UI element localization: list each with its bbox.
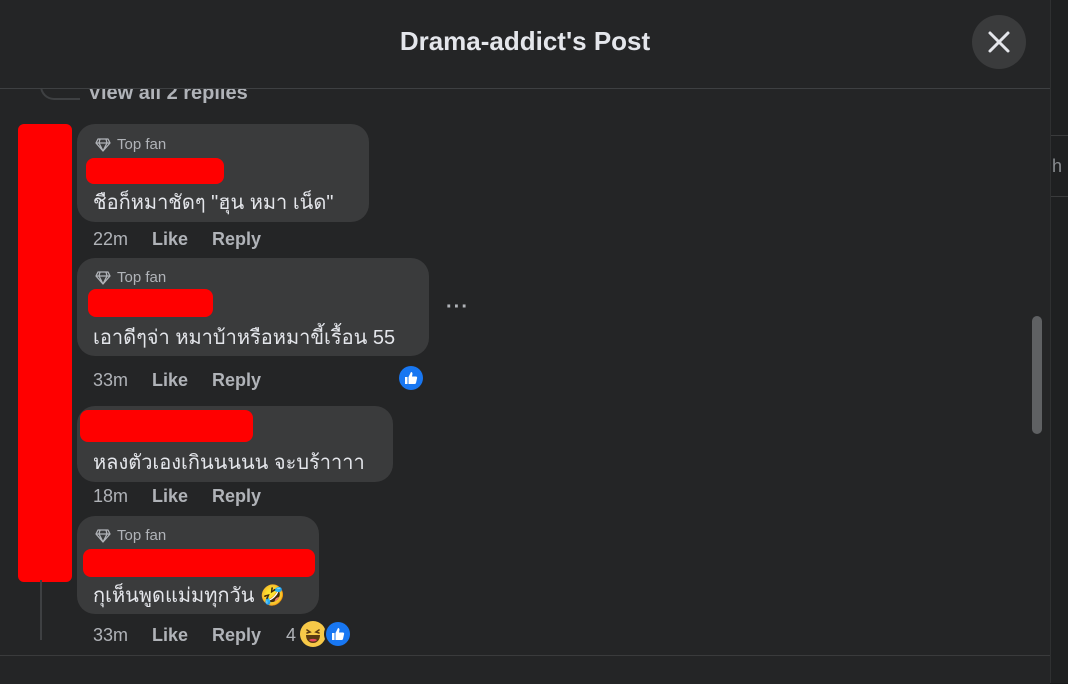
top-fan-label: Top fan xyxy=(117,269,167,286)
top-fan-label: Top fan xyxy=(117,527,167,544)
redacted-name xyxy=(80,410,253,442)
reply-action[interactable]: Reply xyxy=(212,486,261,507)
comment-actions: 33m Like Reply xyxy=(93,625,261,646)
like-reaction-badge[interactable] xyxy=(399,366,423,390)
diamond-icon xyxy=(95,528,111,543)
dialog-header: Drama-addict's Post xyxy=(0,0,1050,89)
comment-more-options[interactable]: ··· xyxy=(446,296,469,319)
background-page-strip xyxy=(1050,0,1068,683)
diamond-icon xyxy=(95,137,111,152)
reply-action[interactable]: Reply xyxy=(212,625,261,646)
comment-text: ชือก็หมาชัดๆ "ฮุน หมา เน็ด" xyxy=(93,192,334,214)
redacted-name xyxy=(88,289,213,317)
scrollbar-thumb[interactable] xyxy=(1032,316,1042,434)
thumbs-up-icon xyxy=(405,372,418,384)
reply-action[interactable]: Reply xyxy=(212,370,261,391)
background-divider xyxy=(1050,196,1068,197)
thumbs-up-icon xyxy=(332,628,345,640)
like-action[interactable]: Like xyxy=(152,229,188,250)
haha-reaction-badge[interactable] xyxy=(300,621,326,647)
reaction-count[interactable]: 4 xyxy=(286,625,296,646)
comment-text: เอาดีๆจ่า หมาบ้าหรือหมาขี้เรื้อน 55 xyxy=(93,327,396,349)
background-text-fragment: h xyxy=(1052,156,1063,176)
post-dialog: View all 2 replies Drama-addict's Post T… xyxy=(0,0,1051,684)
comment-composer-edge xyxy=(0,655,1050,684)
comment-text: กุเห็นพูดแม่มทุกวัน 🤣 xyxy=(93,585,285,607)
top-fan-badge: Top fan xyxy=(95,527,166,544)
redacted-name xyxy=(83,549,315,577)
comment-time[interactable]: 33m xyxy=(93,370,128,391)
close-button[interactable] xyxy=(972,15,1026,69)
top-fan-badge: Top fan xyxy=(95,136,166,153)
dialog-title: Drama-addict's Post xyxy=(399,26,651,56)
comment-actions: 33m Like Reply xyxy=(93,370,261,391)
comment-time[interactable]: 22m xyxy=(93,229,128,250)
diamond-icon xyxy=(95,270,111,285)
comment-actions: 22m Like Reply xyxy=(93,229,261,250)
top-fan-label: Top fan xyxy=(117,136,167,153)
background-divider xyxy=(1050,135,1068,136)
comment-actions: 18m Like Reply xyxy=(93,486,261,507)
redacted-name xyxy=(86,158,224,184)
redacted-avatars xyxy=(18,124,72,582)
like-action[interactable]: Like xyxy=(152,625,188,646)
reply-action[interactable]: Reply xyxy=(212,229,261,250)
thread-connector-line xyxy=(40,580,42,640)
comment-time[interactable]: 18m xyxy=(93,486,128,507)
like-action[interactable]: Like xyxy=(152,370,188,391)
like-action[interactable]: Like xyxy=(152,486,188,507)
comment-text: หลงตัวเองเกินนนนน จะบร้าาาา xyxy=(93,452,365,474)
top-fan-badge: Top fan xyxy=(95,269,166,286)
laughing-face-icon xyxy=(306,629,320,643)
like-reaction-badge[interactable] xyxy=(326,622,350,646)
close-icon xyxy=(988,31,1010,53)
comment-time[interactable]: 33m xyxy=(93,625,128,646)
